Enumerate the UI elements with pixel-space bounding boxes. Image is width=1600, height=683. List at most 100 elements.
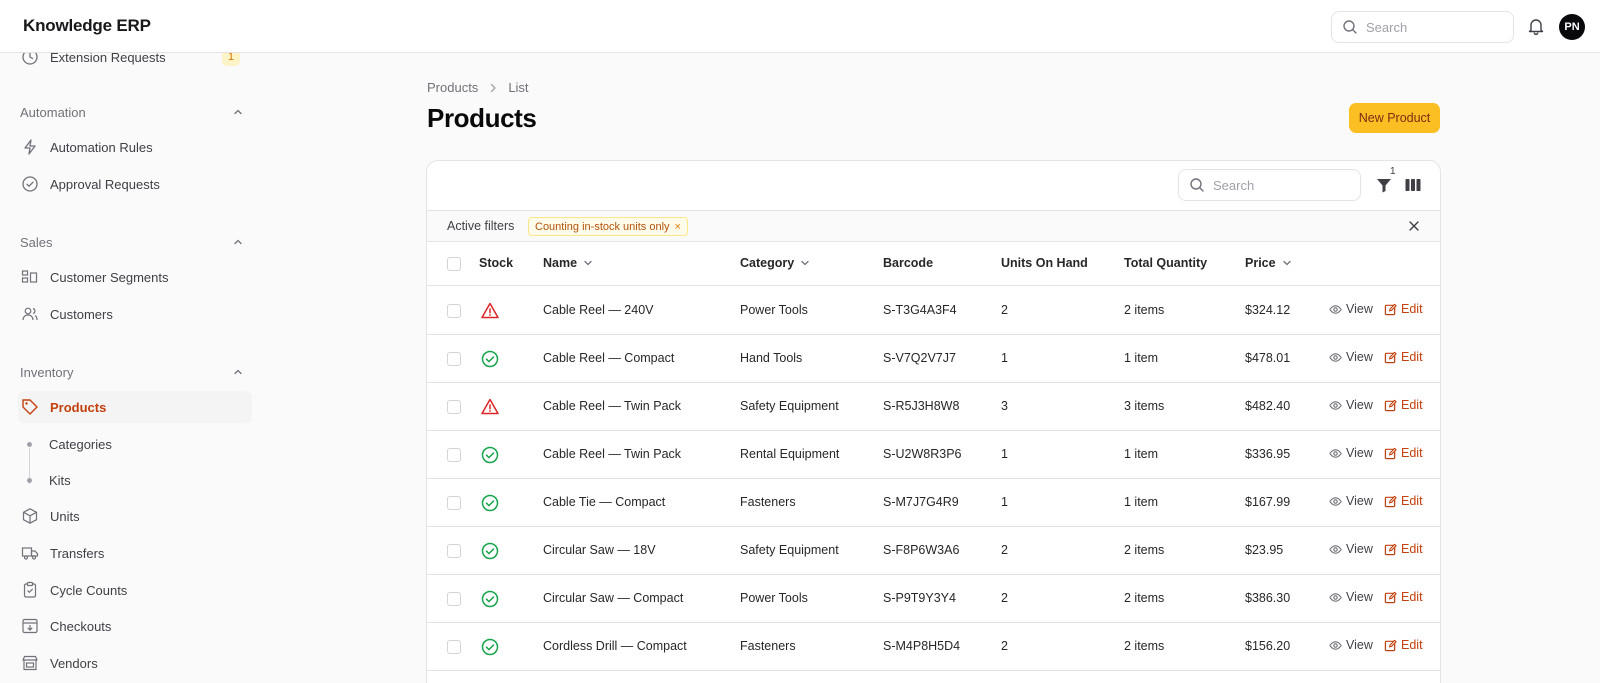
table-row[interactable]: Cable Tie — Compact Fasteners S-M7J7G4R9… [427,479,1440,527]
product-name: Cable Reel — Twin Pack [543,399,682,413]
sidebar-item-vendors[interactable]: Vendors [18,647,252,679]
sidebar-item-products[interactable]: Products [18,391,252,423]
table-row[interactable]: Cable Reel — Twin Pack Safety Equipment … [427,383,1440,431]
view-button[interactable]: View [1329,302,1373,316]
row-checkbox[interactable] [447,496,461,510]
edit-button[interactable]: Edit [1384,398,1423,412]
sidebar-item-cycle-counts[interactable]: Cycle Counts [18,574,252,606]
view-button[interactable]: View [1329,542,1373,556]
global-search[interactable] [1331,11,1514,43]
view-label: View [1346,350,1373,364]
table-row[interactable]: Cable Reel — Compact Hand Tools S-V7Q2V7… [427,335,1440,383]
column-header-barcode: Barcode [883,256,933,270]
column-header-price[interactable]: Price [1245,256,1292,270]
product-category: Hand Tools [740,351,803,365]
sidebar-subitem-kits[interactable]: Kits [18,464,252,496]
product-price: $478.01 [1245,351,1291,365]
row-checkbox[interactable] [447,592,461,606]
view-button[interactable]: View [1329,398,1373,412]
table-row[interactable]: Cable Reel — Twin Pack Rental Equipment … [427,431,1440,479]
group-label: Inventory [20,364,74,380]
page-title: Products [427,103,537,133]
view-button[interactable]: View [1329,638,1373,652]
edit-button[interactable]: Edit [1384,638,1423,652]
breadcrumb-products[interactable]: Products [427,80,478,95]
edit-button[interactable]: Edit [1384,542,1423,556]
edit-label: Edit [1401,590,1423,604]
edit-button[interactable]: Edit [1384,302,1423,316]
sidebar-item-checkouts[interactable]: Checkouts [18,610,252,642]
avatar[interactable]: PN [1559,14,1585,40]
view-label: View [1346,590,1373,604]
global-search-input[interactable] [1366,19,1496,35]
row-checkbox[interactable] [447,544,461,558]
clear-filters-icon[interactable] [1407,219,1421,233]
sidebar-item-label: Approval Requests [50,176,160,192]
units-on-hand: 1 [1001,351,1008,365]
search-icon [1190,178,1204,192]
warning-triangle-icon [480,301,500,321]
product-price: $386.30 [1245,591,1291,605]
sidebar-item-transfers[interactable]: Transfers [18,537,252,569]
products-table-card: 1 Active filters Counting in-stock units… [426,160,1441,683]
view-label: View [1346,302,1373,316]
product-name: Circular Saw — Compact [543,591,684,605]
edit-icon [1384,399,1397,411]
product-price: $167.99 [1245,495,1291,509]
sidebar-subitem-categories[interactable]: Categories [18,428,252,460]
row-checkbox[interactable] [447,304,461,318]
edit-button[interactable]: Edit [1384,350,1423,364]
edit-label: Edit [1401,350,1423,364]
column-header-name[interactable]: Name [543,256,593,270]
view-button[interactable]: View [1329,446,1373,460]
row-checkbox[interactable] [447,448,461,462]
sidebar-item-customer-segments[interactable]: Customer Segments [18,261,252,293]
sidebar-item-automation-rules[interactable]: Automation Rules [18,131,252,163]
sidebar-item-label: Vendors [50,655,98,671]
chevron-right-icon [491,83,497,92]
chevron-down-icon [584,260,592,266]
group-automation[interactable]: Automation [20,102,244,122]
app-title[interactable]: Knowledge ERP [23,16,151,36]
bell-icon[interactable] [1526,16,1546,36]
row-checkbox[interactable] [447,352,461,366]
table-row[interactable]: Cordless Drill — Compact Fasteners S-M4P… [427,623,1440,671]
users-icon [20,304,40,324]
filter-chip[interactable]: Counting in-stock units only × [528,217,688,236]
new-product-button[interactable]: New Product [1349,103,1440,133]
table-row[interactable]: Circular Saw — 18V Safety Equipment S-F8… [427,527,1440,575]
row-checkbox[interactable] [447,400,461,414]
check-circle-icon [480,589,500,609]
view-button[interactable]: View [1329,350,1373,364]
select-all-checkbox[interactable] [447,257,461,271]
units-on-hand: 2 [1001,543,1008,557]
column-label: Category [740,256,795,270]
sidebar-item-units[interactable]: Units [18,500,252,532]
sidebar-item-approval-requests[interactable]: Approval Requests [18,168,252,200]
edit-button[interactable]: Edit [1384,494,1423,508]
top-bar: Knowledge ERP PN [0,0,1600,53]
lightning-icon [20,137,40,157]
column-header-category[interactable]: Category [740,256,810,270]
edit-button[interactable]: Edit [1384,590,1423,604]
edit-button[interactable]: Edit [1384,446,1423,460]
product-barcode: S-M4P8H5D4 [883,639,961,653]
group-inventory[interactable]: Inventory [20,362,244,382]
view-button[interactable]: View [1329,494,1373,508]
table-search[interactable] [1178,169,1361,201]
row-checkbox[interactable] [447,640,461,654]
total-quantity: 1 item [1124,495,1159,509]
units-on-hand: 2 [1001,591,1008,605]
table-row[interactable]: Cable Reel — 240V Power Tools S-T3G4A3F4… [427,287,1440,335]
table-search-input[interactable] [1213,177,1343,193]
column-header-units-on-hand: Units On Hand [1001,256,1088,270]
filter-icon[interactable] [1374,175,1394,195]
view-button[interactable]: View [1329,590,1373,604]
sidebar-item-label: Transfers [50,545,105,561]
table-row[interactable]: Circular Saw — Compact Power Tools S-P9T… [427,575,1440,623]
group-sales[interactable]: Sales [20,232,244,252]
sidebar-item-customers[interactable]: Customers [18,298,252,330]
product-barcode: S-V7Q2V7J7 [883,351,956,365]
columns-icon[interactable] [1403,175,1423,195]
remove-filter-icon[interactable]: × [675,221,681,233]
